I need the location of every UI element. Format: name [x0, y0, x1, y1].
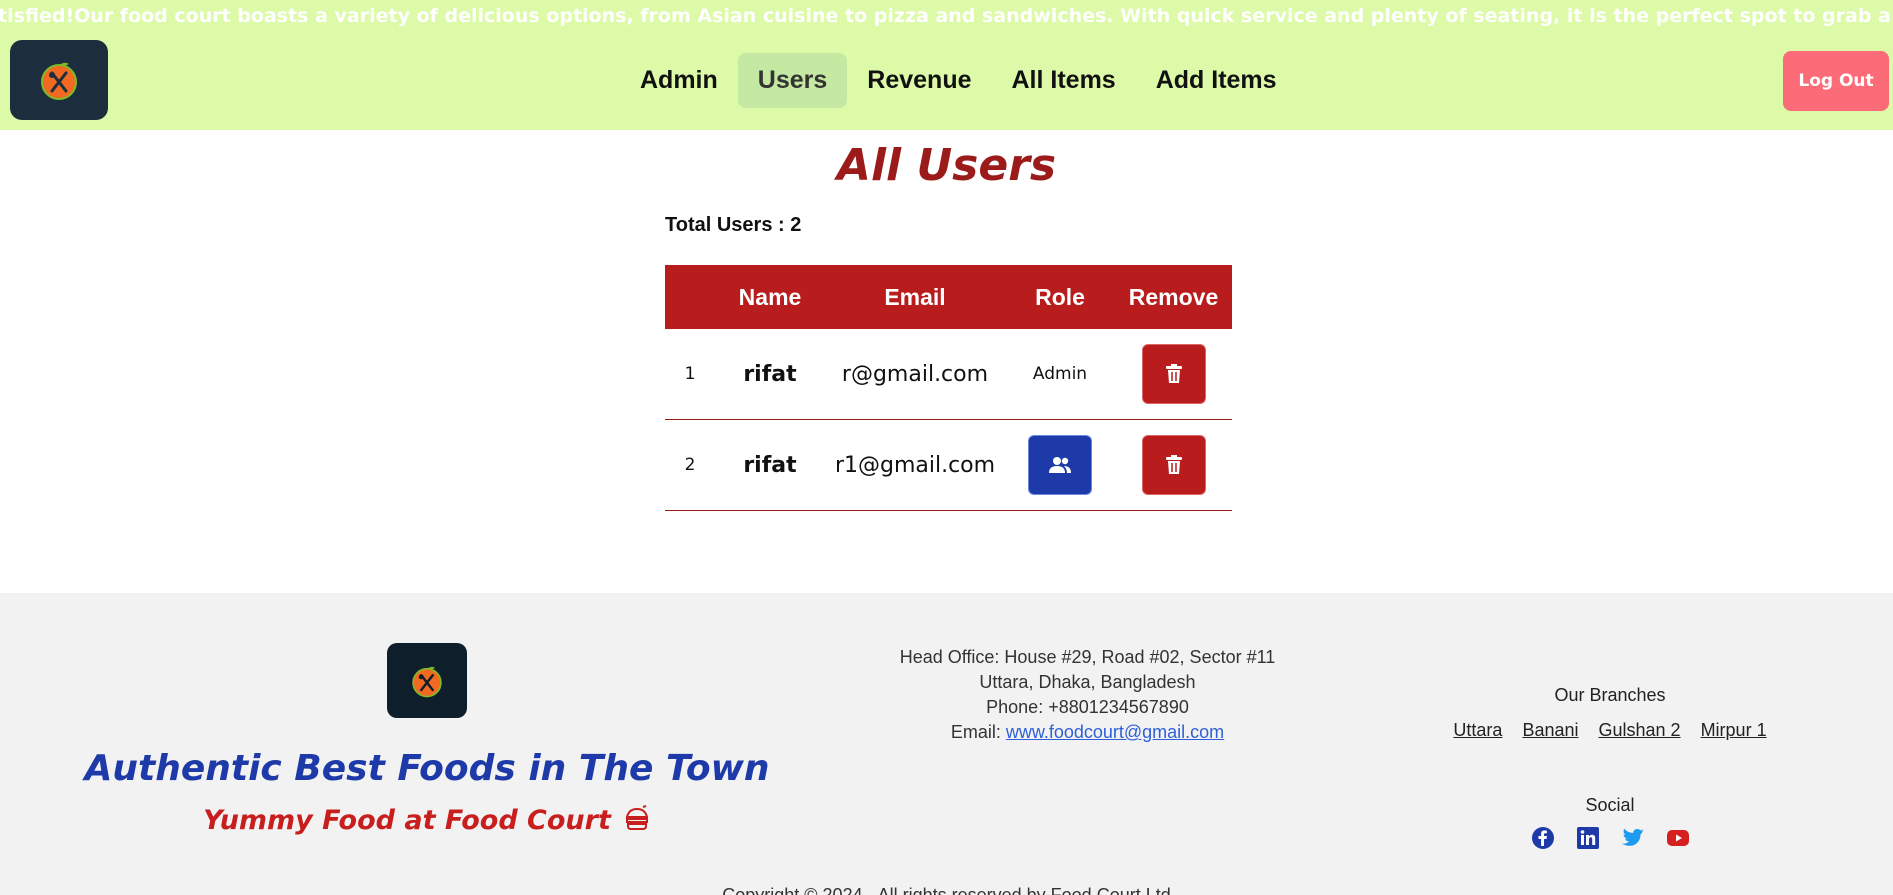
marquee-text: tisfied!Our food court boasts a variety … — [0, 5, 1893, 27]
branch-gulshan-2[interactable]: Gulshan 2 — [1599, 720, 1681, 741]
footer-subtitle-text: Yummy Food at Food Court — [203, 805, 611, 836]
table-row: 2 rifat r1@gmail.com — [665, 420, 1232, 511]
copyright: Copyright © 2024 - All rights reserved b… — [722, 885, 1171, 895]
footer: Authentic Best Foods in The Town Yummy F… — [0, 593, 1893, 895]
header-email: Email — [884, 283, 946, 310]
main-nav: Admin Users Revenue All Items Add Items — [620, 53, 1297, 108]
contact-phone: Phone: +8801234567890 — [986, 697, 1189, 717]
row-role — [1005, 435, 1115, 495]
users-icon — [1049, 457, 1071, 473]
row-index: 2 — [684, 455, 696, 475]
row-name: rifat — [743, 452, 797, 478]
contact-email-link[interactable]: www.foodcourt@gmail.com — [1006, 722, 1224, 742]
logout-button[interactable]: Log Out — [1783, 51, 1889, 111]
header-role: Role — [1035, 283, 1085, 310]
trash-icon — [1165, 364, 1182, 383]
top-navbar: Admin Users Revenue All Items Add Items … — [0, 30, 1893, 130]
facebook-icon[interactable] — [1531, 826, 1555, 850]
row-email: r@gmail.com — [841, 361, 989, 387]
logo[interactable] — [10, 40, 108, 120]
header-remove: Remove — [1128, 283, 1219, 310]
marquee-banner: tisfied!Our food court boasts a variety … — [0, 0, 1893, 30]
social-links — [1450, 826, 1770, 850]
total-users: Total Users : 2 — [665, 214, 802, 236]
contact-address-1: Head Office: House #29, Road #02, Sector… — [899, 647, 1276, 667]
delete-user-button[interactable] — [1141, 344, 1206, 404]
twitter-icon[interactable] — [1621, 826, 1645, 850]
header-name: Name — [738, 283, 802, 310]
table-header: Name Email Role Remove — [665, 265, 1232, 329]
make-admin-button[interactable] — [1028, 435, 1092, 495]
branch-uttara[interactable]: Uttara — [1453, 720, 1502, 741]
table-row: 1 rifat r@gmail.com Admin — [665, 329, 1232, 420]
delete-user-button[interactable] — [1141, 435, 1206, 495]
users-table: Name Email Role Remove 1 rifat r@gmail.c… — [665, 265, 1232, 511]
branch-mirpur-1[interactable]: Mirpur 1 — [1701, 720, 1767, 741]
fast-food-icon — [625, 805, 649, 830]
footer-tagline: Authentic Best Foods in The Town — [84, 748, 770, 789]
youtube-icon[interactable] — [1666, 826, 1690, 850]
branch-banani[interactable]: Banani — [1522, 720, 1578, 741]
nav-admin[interactable]: Admin — [620, 53, 738, 108]
linkedin-icon[interactable] — [1576, 826, 1600, 850]
contact-address-2: Uttara, Dhaka, Bangladesh — [979, 672, 1196, 692]
nav-users[interactable]: Users — [737, 53, 848, 108]
nav-all-items[interactable]: All Items — [992, 53, 1136, 108]
row-remove — [1115, 344, 1232, 404]
social-title: Social — [1585, 795, 1635, 815]
food-court-logo-icon — [41, 62, 77, 100]
page-title: All Users — [836, 140, 1057, 191]
food-court-logo-icon — [412, 666, 442, 697]
contact-email-label: Email: — [950, 722, 1006, 742]
footer-contact: Head Office: House #29, Road #02, Sector… — [870, 645, 1305, 745]
row-name: rifat — [743, 361, 797, 387]
footer-logo[interactable] — [387, 643, 467, 718]
row-role: Admin — [1032, 364, 1088, 384]
row-index: 1 — [684, 364, 696, 384]
footer-subtitle: Yummy Food at Food Court — [0, 805, 854, 836]
nav-revenue[interactable]: Revenue — [847, 53, 991, 108]
nav-add-items[interactable]: Add Items — [1136, 53, 1297, 108]
row-remove — [1115, 435, 1232, 495]
trash-icon — [1165, 455, 1182, 474]
row-email: r1@gmail.com — [834, 452, 996, 478]
branches-title: Our Branches — [1554, 685, 1666, 705]
branches-list: Uttara Banani Gulshan 2 Mirpur 1 — [1450, 720, 1770, 741]
contact-email-line: Email: www.foodcourt@gmail.com — [870, 720, 1305, 745]
